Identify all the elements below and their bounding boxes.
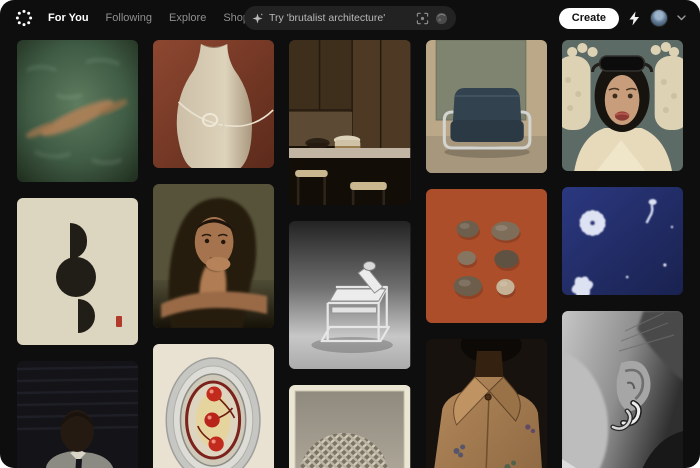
nav-following[interactable]: Following (106, 12, 152, 24)
card-abstract-poster[interactable] (17, 198, 138, 345)
logo-glyph (14, 8, 34, 28)
lens-icon[interactable] (435, 12, 448, 25)
app-window: For You Following Explore Shop Try 'brut… (0, 0, 700, 468)
vase-image (153, 40, 274, 168)
lightning-bolt-icon[interactable] (628, 11, 641, 26)
card-ceramic-vase[interactable] (153, 40, 274, 168)
card-lattice-sphere[interactable] (289, 385, 410, 468)
cherries-image (153, 344, 274, 468)
chair-image (289, 221, 410, 369)
man-camera-image (17, 361, 138, 468)
sphere-print-image (289, 385, 410, 468)
feed-column-1 (17, 40, 138, 468)
cosmos-dots-logo-icon[interactable] (14, 8, 34, 28)
swimmer-image (17, 40, 138, 182)
nav-for-you[interactable]: For You (48, 12, 89, 24)
poster-half-circle-top (70, 223, 87, 259)
feed-grid (0, 36, 700, 468)
card-cyanotype-flowers[interactable] (562, 187, 683, 295)
feed-column-2 (153, 40, 274, 468)
sparkle-ai-icon (252, 13, 263, 24)
feed-column-3 (289, 40, 410, 468)
nav-explore[interactable]: Explore (169, 12, 206, 24)
card-cherries-platter[interactable] (153, 344, 274, 468)
top-bar: For You Following Explore Shop Try 'brut… (0, 0, 700, 36)
chevron-down-icon[interactable] (677, 15, 686, 21)
feed-column-4 (426, 40, 547, 468)
card-pebbles[interactable] (426, 189, 547, 323)
ear-image (562, 311, 683, 468)
poster-half-circle-bottom (78, 299, 95, 333)
feed-column-5 (562, 40, 683, 468)
card-kitchen-interior[interactable] (289, 40, 410, 205)
poster-red-seal (116, 316, 122, 327)
woman-portrait-image (153, 184, 274, 328)
primary-nav: For You Following Explore Shop (48, 12, 249, 24)
card-navy-sofa[interactable] (426, 40, 547, 173)
card-ear-earring[interactable] (562, 311, 683, 468)
pebbles-image (426, 189, 547, 323)
search-placeholder: Try 'brutalist architecture' (269, 12, 410, 24)
sofa-image (426, 40, 547, 173)
card-chrome-chair[interactable] (289, 221, 410, 369)
shirt-image (426, 339, 547, 468)
kitchen-image (289, 40, 410, 205)
visual-search-scan-icon[interactable] (416, 12, 429, 25)
card-skier-portrait[interactable] (562, 40, 683, 171)
skier-image (562, 40, 683, 171)
avatar[interactable] (650, 9, 668, 27)
search-input[interactable]: Try 'brutalist architecture' (244, 6, 456, 30)
poster-circle (56, 257, 96, 297)
cyanotype-image (562, 187, 683, 295)
create-button[interactable]: Create (559, 8, 619, 29)
card-tan-shirt[interactable] (426, 339, 547, 468)
card-swimmer-water[interactable] (17, 40, 138, 182)
card-man-with-camera[interactable] (17, 361, 138, 468)
card-woman-portrait[interactable] (153, 184, 274, 328)
topbar-actions: Create (559, 8, 686, 29)
